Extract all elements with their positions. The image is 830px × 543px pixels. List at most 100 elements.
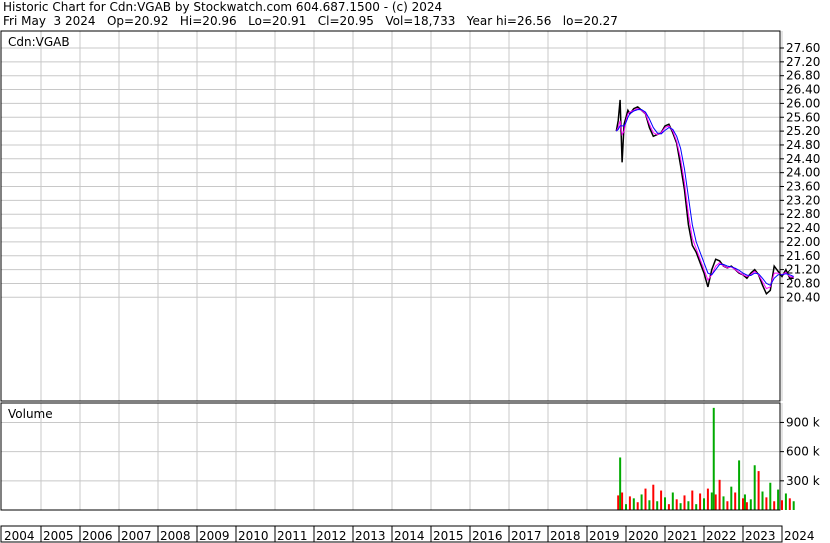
volume-bar <box>757 471 760 510</box>
volume-bar <box>743 494 746 510</box>
year-label: 2004 <box>4 529 35 543</box>
volume-bar <box>671 492 674 510</box>
price-tick-label: 23.20 <box>786 193 820 207</box>
volume-bar <box>734 492 737 510</box>
price-series-line <box>615 109 794 286</box>
price-tick-label: 22.00 <box>786 235 820 249</box>
volume-bar <box>667 504 670 510</box>
volume-bar <box>718 479 721 510</box>
volume-bar <box>625 504 627 510</box>
volume-bar <box>761 491 764 510</box>
volume-bar <box>722 496 725 510</box>
price-tick-label: 26.80 <box>786 69 820 83</box>
volume-bar <box>788 498 791 510</box>
volume-bar <box>742 498 744 510</box>
volume-grid <box>1 403 783 510</box>
year-label: 2008 <box>160 529 191 543</box>
year-label: 2010 <box>238 529 269 543</box>
volume-tick-label: 900 k <box>786 415 820 429</box>
price-grid <box>1 31 783 401</box>
volume-bar <box>691 490 694 510</box>
volume-bar <box>730 486 733 510</box>
price-tick-label: 26.00 <box>786 96 820 110</box>
price-tick-label: 24.40 <box>786 152 820 166</box>
volume-bar <box>773 501 776 510</box>
volume-bar <box>636 502 639 510</box>
volume-bar <box>749 499 752 510</box>
volume-bar <box>619 457 622 510</box>
price-tick-label: 20.40 <box>786 290 820 304</box>
price-series-line <box>615 108 794 290</box>
price-tick-label: 25.20 <box>786 124 820 138</box>
volume-bar <box>652 484 655 510</box>
price-tick-label: 20.80 <box>786 276 820 290</box>
volume-bar <box>632 498 635 510</box>
volume-bar <box>738 460 741 510</box>
year-label: 2020 <box>628 529 659 543</box>
volume-bar <box>765 497 768 510</box>
price-tick-label: 27.60 <box>786 41 820 55</box>
volume-bar <box>628 496 631 510</box>
volume-bar <box>703 498 705 510</box>
volume-panel-frame <box>0 402 781 511</box>
volume-label: Volume <box>8 407 53 421</box>
price-tick-label: 21.20 <box>786 263 820 277</box>
year-label: 2017 <box>511 529 542 543</box>
volume-bar <box>675 499 678 510</box>
price-panel-frame <box>0 30 781 402</box>
price-tick-label: 21.60 <box>786 249 820 263</box>
volume-bar <box>712 407 715 510</box>
volume-tick-label: 600 k <box>786 445 820 459</box>
price-tick-label: 23.60 <box>786 180 820 194</box>
price-tick-label: 24.00 <box>786 166 820 180</box>
volume-bar <box>617 495 620 510</box>
year-label: 2006 <box>82 529 113 543</box>
price-tick-label: 26.40 <box>786 83 820 97</box>
volume-bar <box>648 500 651 510</box>
volume-bar <box>714 494 717 510</box>
price-tick-label: 27.20 <box>786 55 820 69</box>
volume-bar <box>706 488 709 510</box>
year-label: 2007 <box>121 529 152 543</box>
volume-bar <box>695 504 698 510</box>
volume-bar <box>640 494 643 510</box>
volume-bar <box>745 502 748 510</box>
price-tick-label: 22.80 <box>786 207 820 221</box>
year-label: 2013 <box>355 529 386 543</box>
year-label: 2011 <box>277 529 308 543</box>
year-label: 2015 <box>433 529 464 543</box>
volume-bar <box>710 492 713 510</box>
volume-bars <box>617 407 795 510</box>
price-tick-label: 25.60 <box>786 110 820 124</box>
volume-bar <box>656 501 659 510</box>
volume-bar <box>784 493 787 510</box>
volume-bar <box>792 501 795 510</box>
volume-bar <box>683 495 686 510</box>
year-axis-labels: 2004 2005 2006 2007 2008 2009 2010 2011 2012 2013… <box>4 526 815 543</box>
symbol-label: Cdn:VGAB <box>8 35 70 49</box>
year-label: 2023 <box>745 529 776 543</box>
volume-bar <box>679 503 682 510</box>
volume-bar <box>660 490 663 510</box>
price-axis-labels: 27.6027.2026.8026.4026.0025.6025.2024.80… <box>780 41 820 304</box>
volume-axis-labels: 900 k 600 k 300 k <box>780 415 820 488</box>
year-label: 2018 <box>550 529 581 543</box>
year-label: 2016 <box>472 529 503 543</box>
year-label: 2009 <box>199 529 230 543</box>
volume-bar <box>699 493 702 510</box>
year-label: 2014 <box>394 529 425 543</box>
volume-bar <box>777 489 780 510</box>
volume-bar <box>621 492 624 510</box>
year-label: 2019 <box>589 529 620 543</box>
price-tick-label: 22.40 <box>786 221 820 235</box>
price-volume-chart: 27.6027.2026.8026.4026.0025.6025.2024.80… <box>0 30 820 543</box>
year-label: 2024 <box>784 529 815 543</box>
price-series <box>615 99 794 296</box>
year-label: 2022 <box>706 529 737 543</box>
year-label: 2021 <box>667 529 698 543</box>
volume-bar <box>726 501 729 510</box>
year-label: 2005 <box>43 529 74 543</box>
volume-bar <box>687 501 690 510</box>
volume-bar <box>781 500 783 510</box>
year-label: 2012 <box>316 529 347 543</box>
